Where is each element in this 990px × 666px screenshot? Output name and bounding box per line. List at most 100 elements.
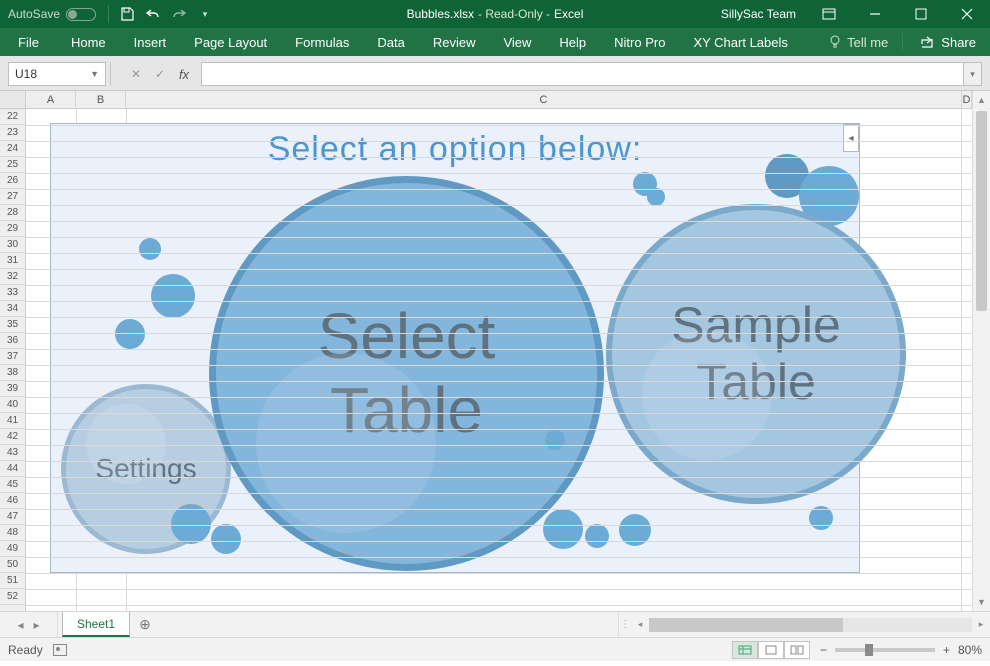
- sheet-tab-active[interactable]: Sheet1: [62, 612, 130, 637]
- scroll-thumb[interactable]: [976, 111, 987, 311]
- normal-view-icon[interactable]: [732, 641, 758, 659]
- zoom-control[interactable]: − + 80%: [820, 643, 982, 657]
- page-layout-view-icon[interactable]: [758, 641, 784, 659]
- row-header[interactable]: 43: [0, 445, 25, 461]
- column-headers[interactable]: A B C D: [26, 91, 972, 109]
- row-header[interactable]: 23: [0, 125, 25, 141]
- zoom-in-icon[interactable]: +: [943, 643, 950, 657]
- lightbulb-icon: [829, 35, 841, 49]
- page-break-view-icon[interactable]: [784, 641, 810, 659]
- row-header[interactable]: 46: [0, 493, 25, 509]
- col-header[interactable]: C: [126, 91, 962, 108]
- autosave-control[interactable]: AutoSave: [0, 7, 104, 21]
- fx-icon[interactable]: fx: [173, 63, 195, 85]
- row-header[interactable]: 51: [0, 573, 25, 589]
- tell-me-search[interactable]: Tell me: [819, 35, 898, 50]
- scroll-left-icon[interactable]: ◂: [631, 619, 649, 630]
- row-header[interactable]: 22: [0, 109, 25, 125]
- col-header[interactable]: A: [26, 91, 76, 108]
- row-header[interactable]: 34: [0, 301, 25, 317]
- tab-data[interactable]: Data: [363, 28, 418, 56]
- tab-formulas[interactable]: Formulas: [281, 28, 363, 56]
- nav-next-icon[interactable]: ▸: [34, 618, 40, 632]
- row-header[interactable]: 41: [0, 413, 25, 429]
- cells-area[interactable]: ◂ Select an option below: Settings Sampl…: [26, 109, 972, 611]
- tab-review[interactable]: Review: [419, 28, 490, 56]
- redo-icon[interactable]: [171, 6, 187, 22]
- row-header[interactable]: 32: [0, 269, 25, 285]
- zoom-value[interactable]: 80%: [958, 643, 982, 657]
- worksheet-grid[interactable]: A B C D 22232425262728293031323334353637…: [0, 91, 990, 611]
- row-header[interactable]: 26: [0, 173, 25, 189]
- tab-xy-chart-labels[interactable]: XY Chart Labels: [679, 28, 801, 56]
- row-header[interactable]: 30: [0, 237, 25, 253]
- row-header[interactable]: 49: [0, 541, 25, 557]
- row-header[interactable]: 28: [0, 205, 25, 221]
- scroll-right-icon[interactable]: ▸: [972, 619, 990, 630]
- minimize-icon[interactable]: [852, 0, 898, 28]
- account-name[interactable]: SillySac Team: [711, 7, 806, 21]
- enter-icon[interactable]: ✓: [149, 63, 171, 85]
- row-header[interactable]: 40: [0, 397, 25, 413]
- qat-customize-icon[interactable]: ▾: [197, 6, 213, 22]
- tab-nitro-pro[interactable]: Nitro Pro: [600, 28, 679, 56]
- share-button[interactable]: Share: [907, 35, 990, 50]
- row-header[interactable]: 27: [0, 189, 25, 205]
- formula-input[interactable]: [201, 62, 964, 86]
- row-header[interactable]: 50: [0, 557, 25, 573]
- row-header[interactable]: 52: [0, 589, 25, 605]
- name-box[interactable]: U18 ▼: [8, 62, 106, 86]
- row-header[interactable]: 38: [0, 365, 25, 381]
- macro-record-icon[interactable]: [53, 644, 67, 656]
- row-header[interactable]: 25: [0, 157, 25, 173]
- save-icon[interactable]: [119, 6, 135, 22]
- row-header[interactable]: 24: [0, 141, 25, 157]
- tab-page-layout[interactable]: Page Layout: [180, 28, 281, 56]
- row-headers[interactable]: 2223242526272829303132333435363738394041…: [0, 109, 26, 611]
- close-icon[interactable]: [944, 0, 990, 28]
- row-header[interactable]: 37: [0, 349, 25, 365]
- sample-table-bubble-button[interactable]: Sample Table: [606, 204, 906, 504]
- row-header[interactable]: 33: [0, 285, 25, 301]
- ribbon-display-icon[interactable]: [806, 0, 852, 28]
- row-header[interactable]: 47: [0, 509, 25, 525]
- add-sheet-icon[interactable]: ⊕: [130, 612, 160, 637]
- maximize-icon[interactable]: [898, 0, 944, 28]
- tab-home[interactable]: Home: [57, 28, 120, 56]
- zoom-handle[interactable]: [865, 644, 873, 656]
- autosave-toggle-icon[interactable]: [66, 8, 96, 21]
- scroll-down-icon[interactable]: ▼: [973, 593, 990, 611]
- tab-file[interactable]: File: [0, 28, 57, 56]
- undo-icon[interactable]: [145, 6, 161, 22]
- select-all-corner[interactable]: [0, 91, 26, 109]
- row-header[interactable]: 48: [0, 525, 25, 541]
- embedded-chart-object[interactable]: ◂ Select an option below: Settings Sampl…: [50, 123, 860, 573]
- tab-split-handle[interactable]: ⋮: [619, 619, 631, 630]
- col-header[interactable]: D: [962, 91, 972, 108]
- horizontal-scrollbar[interactable]: ◂ ▸: [631, 616, 990, 634]
- nav-prev-icon[interactable]: ◂: [17, 618, 23, 632]
- row-header[interactable]: 42: [0, 429, 25, 445]
- row-header[interactable]: 29: [0, 221, 25, 237]
- col-header[interactable]: B: [76, 91, 126, 108]
- scroll-thumb[interactable]: [649, 618, 843, 632]
- row-header[interactable]: 31: [0, 253, 25, 269]
- select-table-bubble-button[interactable]: Select Table: [209, 176, 604, 571]
- zoom-slider[interactable]: [835, 648, 935, 652]
- zoom-out-icon[interactable]: −: [820, 643, 827, 657]
- sheet-nav[interactable]: ◂ ▸: [0, 612, 58, 637]
- row-header[interactable]: 44: [0, 461, 25, 477]
- tab-insert[interactable]: Insert: [120, 28, 181, 56]
- expand-formula-bar-icon[interactable]: ▾: [964, 62, 982, 86]
- row-header[interactable]: 39: [0, 381, 25, 397]
- tab-view[interactable]: View: [489, 28, 545, 56]
- cancel-icon[interactable]: ✕: [125, 63, 147, 85]
- scroll-up-icon[interactable]: ▲: [973, 91, 990, 109]
- row-header[interactable]: 36: [0, 333, 25, 349]
- row-header[interactable]: 45: [0, 477, 25, 493]
- collapse-handle-icon[interactable]: ◂: [843, 124, 859, 152]
- chevron-down-icon[interactable]: ▼: [90, 69, 99, 79]
- tab-help[interactable]: Help: [545, 28, 600, 56]
- row-header[interactable]: 35: [0, 317, 25, 333]
- vertical-scrollbar[interactable]: ▲ ▼: [972, 91, 990, 611]
